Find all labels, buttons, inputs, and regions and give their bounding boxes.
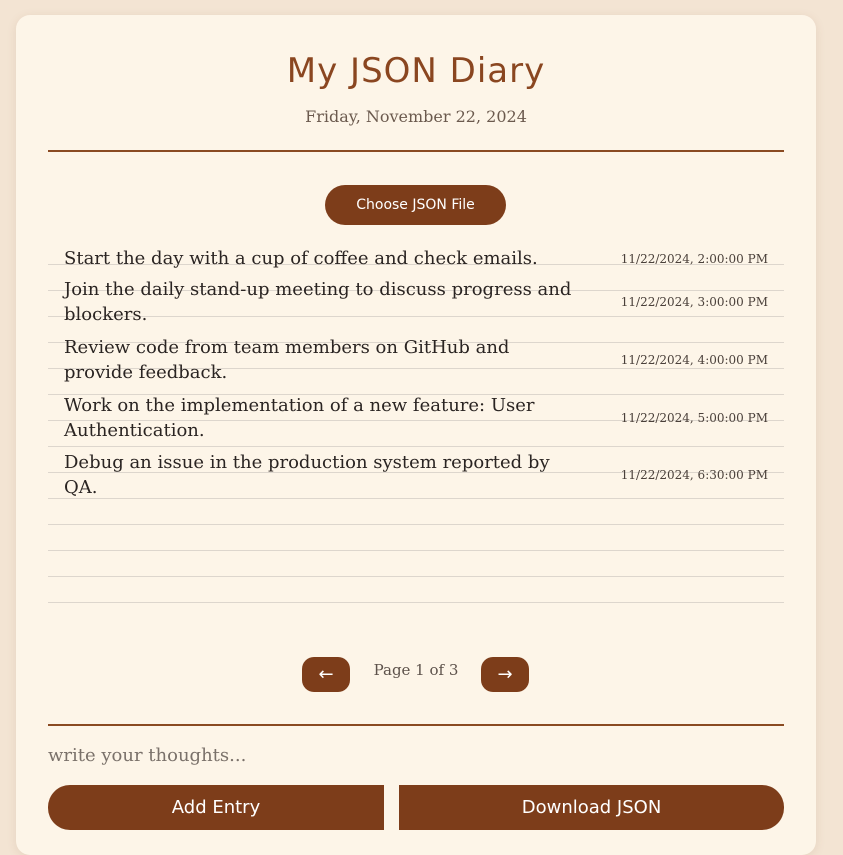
entry-timestamp: 11/22/2024, 2:00:00 PM [620,251,768,266]
add-entry-button[interactable]: Add Entry [48,785,384,830]
entry-timestamp: 11/22/2024, 4:00:00 PM [620,353,768,367]
entry-text: Debug an issue in the production system … [64,452,550,498]
arrow-right-icon: → [497,664,513,685]
list-item: Start the day with a cup of coffee and c… [64,246,784,271]
list-item: Debug an issue in the production system … [64,450,784,500]
list-item: Review code from team members on GitHub … [64,335,784,385]
page-title: My JSON Diary [286,51,546,91]
entry-text: Work on the implementation of a new feat… [64,395,535,441]
entry-text: Join the daily stand-up meeting to discu… [64,279,572,325]
list-item: Join the daily stand-up meeting to discu… [64,277,784,327]
bottom-divider [48,724,784,726]
entry-text: Start the day with a cup of coffee and c… [64,248,538,269]
entry-timestamp: 11/22/2024, 3:00:00 PM [620,295,768,309]
list-item: Work on the implementation of a new feat… [64,393,784,443]
entry-timestamp: 11/22/2024, 5:00:00 PM [620,411,768,425]
top-divider [48,150,784,152]
previous-page-button[interactable]: ← [302,657,350,692]
choose-json-file-button[interactable]: Choose JSON File [325,185,506,225]
entry-text: Review code from team members on GitHub … [64,337,510,383]
current-date: Friday, November 22, 2024 [305,107,527,126]
pagination: ← Page 1 of 3 → [16,657,816,693]
diary-card: My JSON Diary Friday, November 22, 2024 … [16,15,816,855]
arrow-left-icon: ← [318,664,334,685]
thoughts-input[interactable] [48,740,784,770]
page-indicator: Page 1 of 3 [373,661,459,679]
download-json-button[interactable]: Download JSON [399,785,784,830]
entries-list: Start the day with a cup of coffee and c… [48,239,784,625]
entry-timestamp: 11/22/2024, 6:30:00 PM [620,468,768,482]
next-page-button[interactable]: → [481,657,529,692]
